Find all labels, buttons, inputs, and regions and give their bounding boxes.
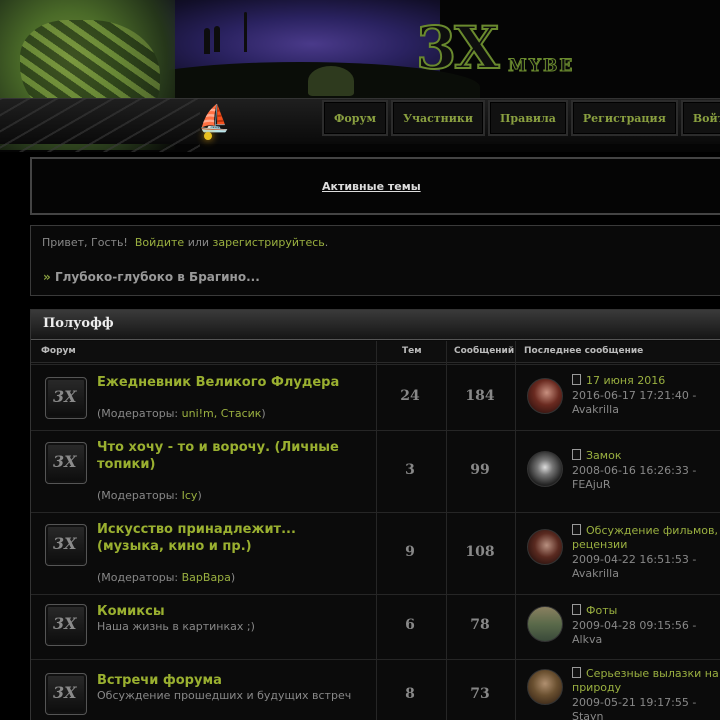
col-topics: Тем (402, 346, 422, 356)
topic-count: 24 (400, 388, 420, 404)
post-count: 73 (470, 686, 490, 702)
document-icon (572, 374, 581, 385)
document-icon (572, 667, 581, 678)
category-title[interactable]: Полуофф (31, 310, 720, 340)
avatar[interactable] (527, 606, 563, 642)
breadcrumb: » Глубоко-глубоко в Брагино... (43, 270, 260, 284)
last-post-user[interactable]: FEAjuR (572, 478, 696, 492)
last-post-link[interactable]: Фоты (572, 604, 720, 618)
moderator-link[interactable]: Icy (182, 489, 198, 502)
helmet-image (308, 66, 354, 96)
site-logo[interactable]: 3X (415, 13, 500, 83)
forum-title[interactable]: Что хочу - то и ворочу. (Личные топики) (97, 439, 367, 473)
table-row: 3X Встречи форума Обсуждение прошедших и… (31, 659, 720, 720)
forum-title[interactable]: Комиксы (97, 603, 367, 620)
forum-moderators: (Модераторы: ВарВара) (97, 571, 236, 584)
site-header: 3X MYBE ⛵ Форум Участники Правила Регист… (0, 0, 720, 152)
site-logo-subtitle: MYBE (507, 56, 575, 77)
moderator-link[interactable]: ВарВара (182, 571, 231, 584)
active-topics-panel: Активные темы (30, 157, 720, 215)
forum-category: Полуофф Форум Тем Сообщений Последнее со… (30, 309, 720, 720)
ship-icon: ⛵ (198, 104, 231, 134)
last-post-meta: 2016-06-17 17:21:40 - Avakrilla (572, 389, 697, 417)
or-text: или (187, 236, 210, 249)
table-row: 3X Что хочу - то и ворочу. (Личные топик… (31, 430, 720, 512)
topic-count: 9 (405, 544, 415, 560)
forum-title[interactable]: Встречи форума (97, 672, 367, 689)
document-icon (572, 524, 581, 535)
nav-register[interactable]: Регистрация (570, 100, 678, 136)
glow-icon (204, 132, 212, 140)
last-post-user[interactable]: Alkva (572, 633, 696, 647)
period: . (324, 236, 329, 249)
avatar[interactable] (527, 451, 563, 487)
nav-login[interactable]: Войти (680, 100, 720, 136)
last-post-link[interactable]: 17 июня 2016 (572, 374, 720, 388)
forum-moderators: (Модераторы: Icy) (97, 489, 202, 502)
col-posts: Сообщений (454, 346, 515, 356)
stripes-decoration (0, 98, 200, 152)
breadcrumb-arrow: » (43, 270, 51, 284)
register-link[interactable]: зарегистрируйтесь (213, 236, 325, 249)
last-post-user[interactable]: Stayn (572, 710, 696, 720)
welcome-panel: Привет, Гость! Войдите или зарегистрируй… (30, 225, 720, 296)
post-count: 99 (470, 462, 490, 478)
topic-count: 6 (405, 617, 415, 633)
forum-icon: 3X (45, 673, 87, 715)
login-link[interactable]: Войдите (135, 236, 184, 249)
last-post-meta: 2009-04-28 09:15:56 - Alkva (572, 619, 697, 647)
col-forum: Форум (41, 346, 76, 356)
avatar[interactable] (527, 529, 563, 565)
forum-title[interactable]: Ежедневник Великого Флудера (97, 374, 367, 391)
last-post-meta: 2009-05-21 19:17:55 - Stayn (572, 696, 696, 720)
table-row: 3X Искусство принадлежит... (музыка, кин… (31, 512, 720, 594)
table-row: 3X Ежедневник Великого Флудера (Модерато… (31, 364, 720, 430)
active-topics-link[interactable]: Активные темы (322, 180, 421, 193)
forum-moderators: (Модераторы: uni!m, Стасик) (97, 407, 266, 420)
last-post-user[interactable]: Avakrilla (572, 403, 696, 417)
document-icon (572, 449, 581, 460)
col-last: Последнее сообщение (524, 346, 644, 356)
avatar[interactable] (527, 669, 563, 705)
nav-rules[interactable]: Правила (488, 100, 568, 136)
breadcrumb-home[interactable]: Глубоко-глубоко в Брагино... (55, 270, 260, 284)
last-post-meta: 2009-04-22 16:51:53 - Avakrilla (572, 553, 697, 581)
topic-count: 8 (405, 686, 415, 702)
main-nav: Форум Участники Правила Регистрация Войт… (322, 100, 720, 136)
last-post-link[interactable]: Обсуждение фильмов, рецензии (572, 524, 720, 552)
nav-forum[interactable]: Форум (322, 100, 389, 136)
forum-icon: 3X (45, 377, 87, 419)
forum-title[interactable]: Искусство принадлежит... (музыка, кино и… (97, 521, 367, 555)
greeting: Привет, Гость! (42, 236, 128, 249)
forum-description: Обсуждение прошедших и будущих встреч (97, 689, 352, 702)
last-post-link[interactable]: Серьезные вылазки на природу (572, 667, 720, 695)
post-count: 78 (470, 617, 490, 633)
avatar[interactable] (527, 378, 563, 414)
welcome-text: Привет, Гость! Войдите или зарегистрируй… (42, 236, 328, 249)
post-count: 184 (465, 388, 495, 404)
last-post-meta: 2008-06-16 16:26:33 - FEAjuR (572, 464, 697, 492)
document-icon (572, 604, 581, 615)
table-row: 3X Комиксы Наша жизнь в картинках ;) 6 7… (31, 594, 720, 659)
forum-icon: 3X (45, 442, 87, 484)
forum-icon: 3X (45, 524, 87, 566)
last-post-link[interactable]: Замок (572, 449, 720, 463)
nav-members[interactable]: Участники (391, 100, 485, 136)
post-count: 108 (465, 544, 495, 560)
last-post-user[interactable]: Avakrilla (572, 567, 696, 581)
topic-count: 3 (405, 462, 415, 478)
forum-icon: 3X (45, 604, 87, 646)
moderator-link[interactable]: uni!m, Стасик (182, 407, 262, 420)
forum-description: Наша жизнь в картинках ;) (97, 620, 255, 633)
